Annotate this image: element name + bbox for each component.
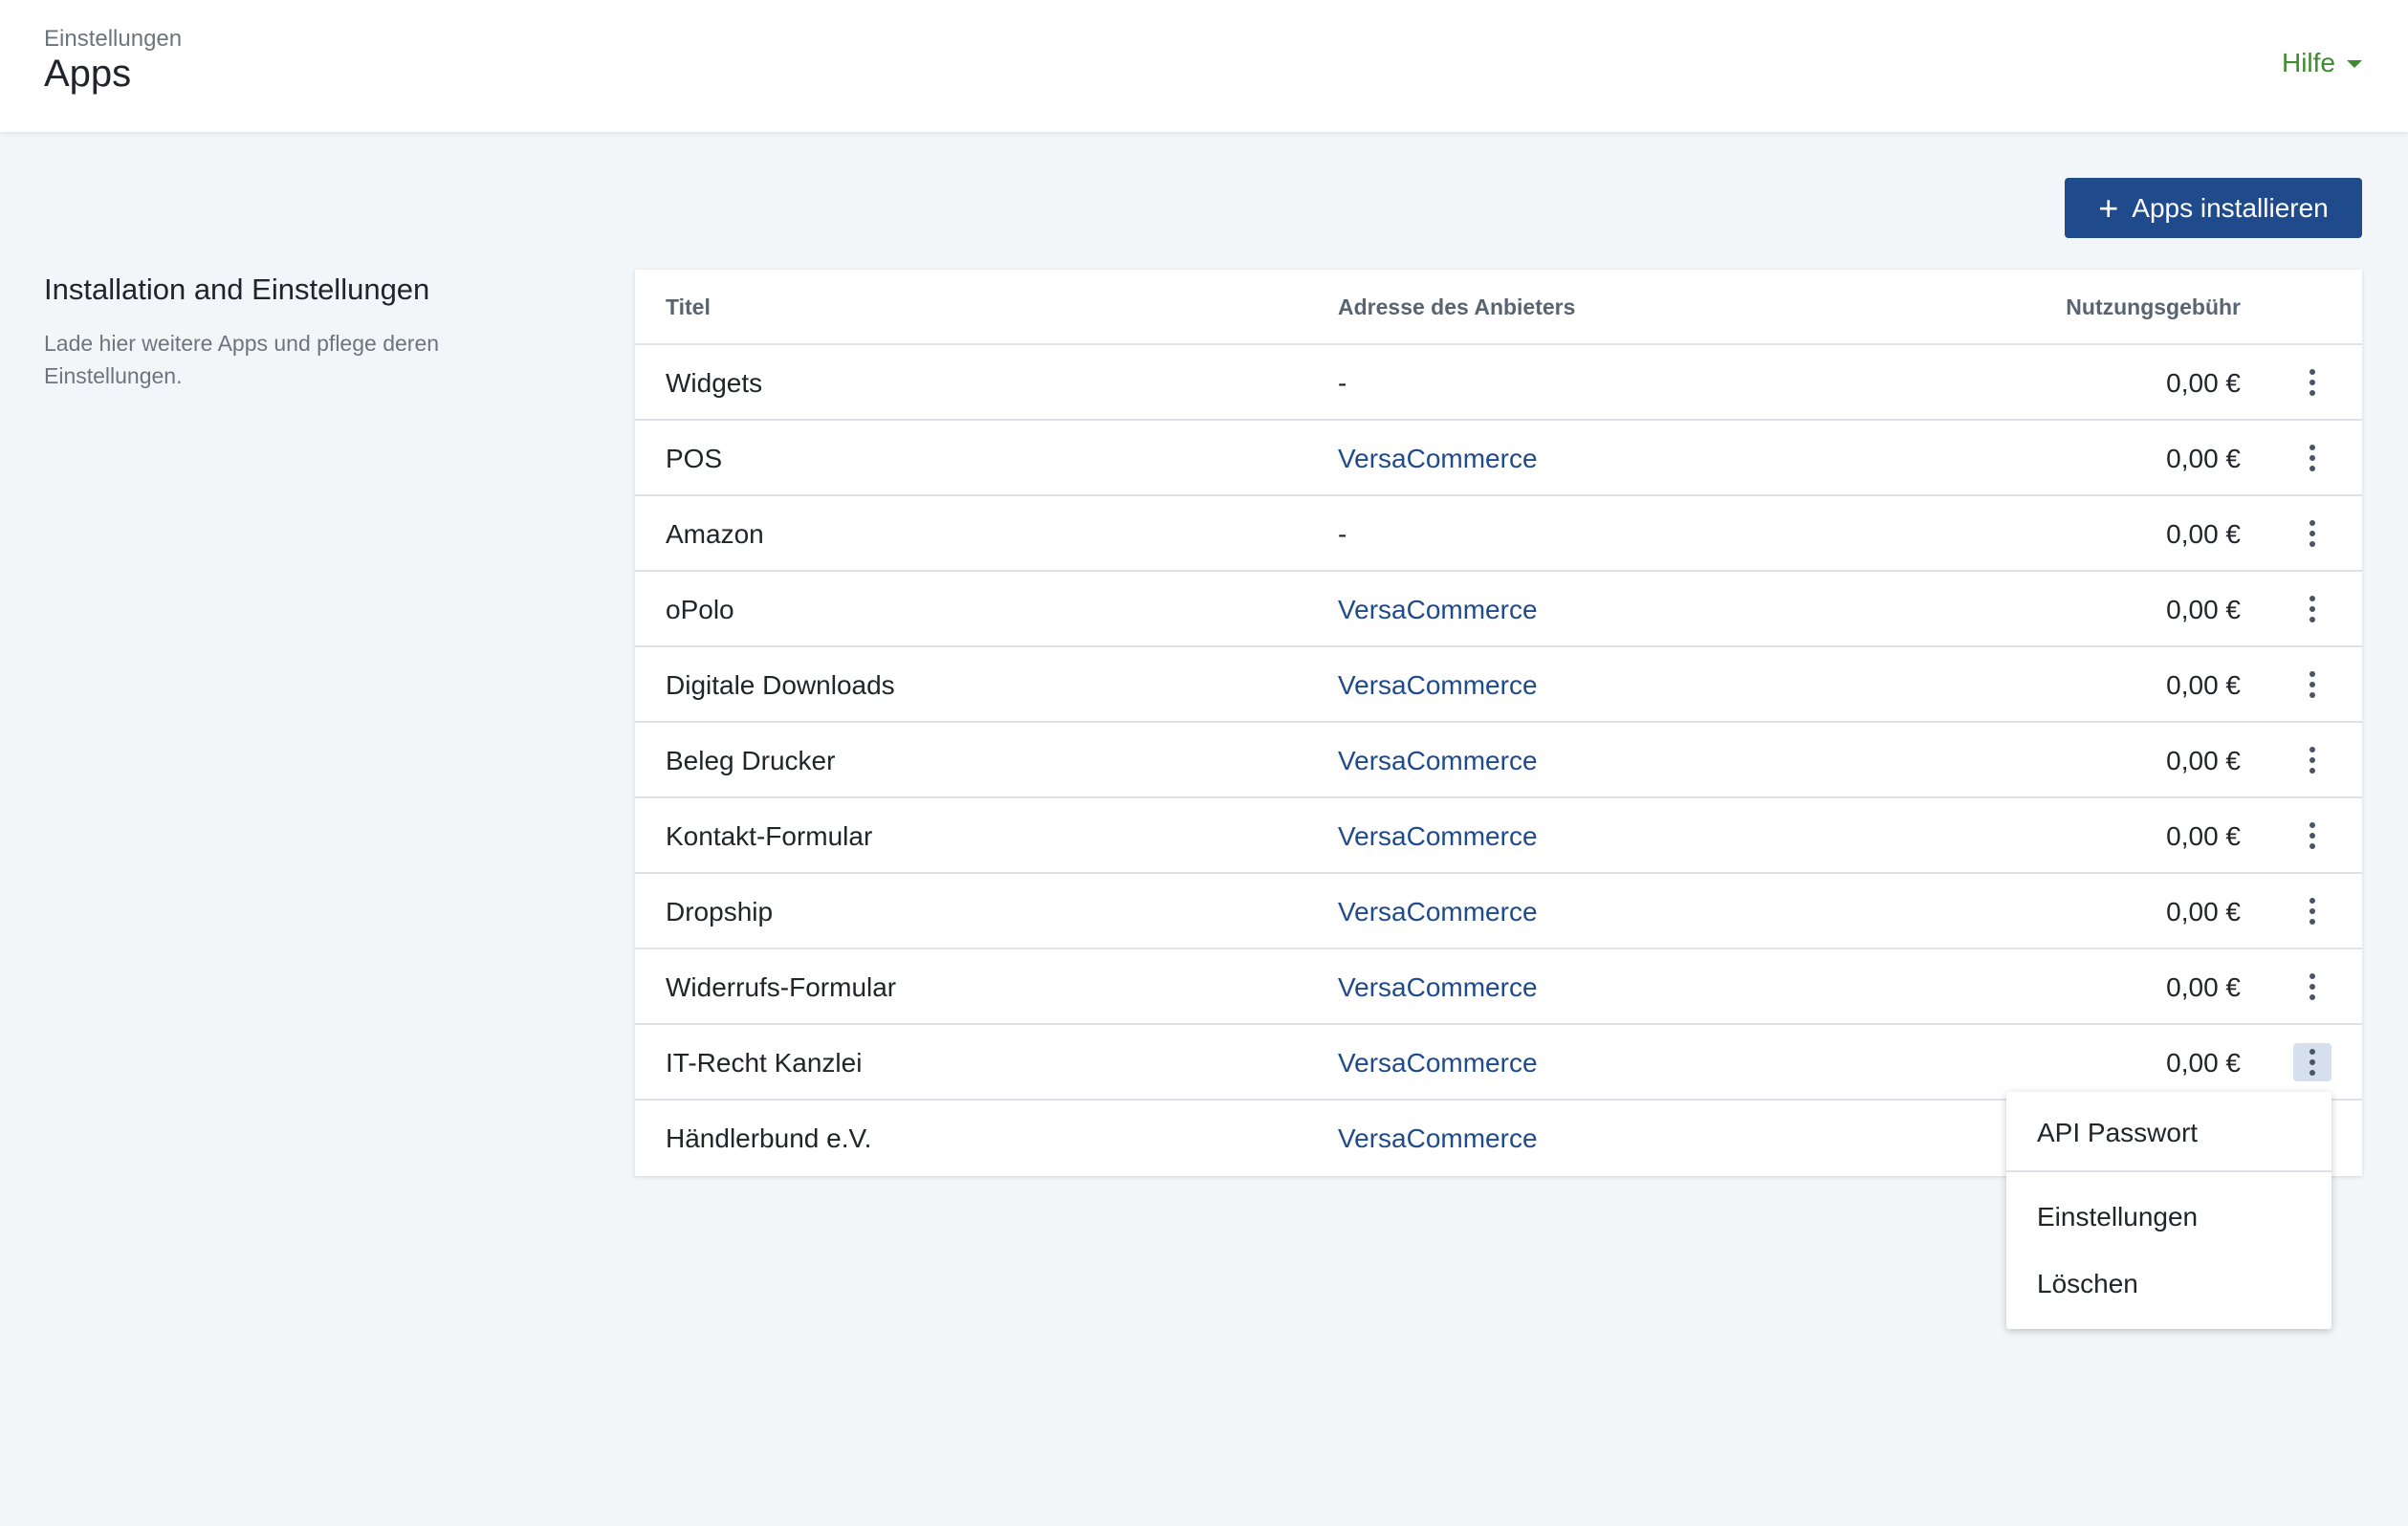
column-header-title: Titel [666,294,711,319]
more-options-icon[interactable] [2293,741,2331,779]
help-dropdown[interactable]: Hilfe [2282,48,2362,78]
caret-down-icon [2347,60,2362,68]
table-row: Digitale Downloads VersaCommerce 0,00 € [635,647,2362,723]
provider-text: - [1338,519,1347,549]
usage-fee: 0,00 € [2166,444,2241,473]
app-title: Amazon [666,519,764,549]
page-title: Apps [44,53,132,95]
provider-link[interactable]: VersaCommerce [1338,897,1538,927]
provider-link[interactable]: VersaCommerce [1338,444,1538,474]
usage-fee: 0,00 € [2166,519,2241,549]
provider-link[interactable]: VersaCommerce [1338,1048,1538,1079]
menu-divider [2006,1170,2331,1172]
usage-fee: 0,00 € [2166,1048,2241,1078]
table-row: POS VersaCommerce 0,00 € [635,421,2362,496]
app-title: Digitale Downloads [666,670,895,700]
app-title: Dropship [666,897,774,926]
provider-link[interactable]: VersaCommerce [1338,1123,1538,1154]
menu-item-delete[interactable]: Löschen [2006,1251,2331,1318]
table-row: IT-Recht Kanzlei VersaCommerce 0,00 € [635,1025,2362,1101]
app-title: Widgets [666,368,763,398]
table-row: Widgets - 0,00 € [635,345,2362,421]
table-header: Titel Adresse des Anbieters Nutzungsgebü… [635,270,2362,345]
more-options-icon[interactable] [2293,817,2331,855]
column-header-provider: Adresse des Anbieters [1338,294,1576,319]
table-body: Widgets -0,00 € POS VersaCommerce 0,00 € Amaz… [635,345,2362,1176]
more-options-icon[interactable] [2293,514,2331,553]
apps-table: Titel Adresse des Anbieters Nutzungsgebü… [635,270,2362,1176]
more-options-icon[interactable] [2293,968,2331,1006]
usage-fee: 0,00 € [2166,746,2241,775]
more-options-icon[interactable] [2293,892,2331,930]
more-options-icon[interactable] [2293,665,2331,704]
app-title: IT-Recht Kanzlei [666,1048,863,1078]
menu-item-api-password[interactable]: API Passwort [2006,1100,2331,1166]
more-options-icon[interactable] [2293,590,2331,628]
table-row: Kontakt-Formular VersaCommerce 0,00 € [635,798,2362,874]
provider-text: - [1338,368,1347,398]
app-title: Händlerbund e.V. [666,1123,872,1153]
usage-fee: 0,00 € [2166,670,2241,700]
usage-fee: 0,00 € [2166,821,2241,851]
more-options-icon[interactable] [2293,439,2331,477]
table-row: Widerrufs-Formular VersaCommerce 0,00 € [635,949,2362,1025]
table-row: Amazon - 0,00 € [635,496,2362,572]
provider-link[interactable]: VersaCommerce [1338,821,1538,852]
usage-fee: 0,00 € [2166,897,2241,926]
help-label: Hilfe [2281,48,2335,77]
row-context-menu: API Passwort Einstellungen Löschen [2006,1092,2331,1329]
top-bar: Einstellungen Apps Hilfe [0,0,2408,132]
app-title: POS [666,444,723,473]
usage-fee: 0,00 € [2166,368,2241,398]
provider-link[interactable]: VersaCommerce [1338,972,1538,1003]
more-options-icon[interactable] [2293,1043,2331,1081]
usage-fee: 0,00 € [2166,595,2241,624]
app-title: Beleg Drucker [666,746,836,775]
install-apps-button[interactable]: + Apps installieren [2065,178,2362,238]
provider-link[interactable]: VersaCommerce [1338,746,1538,776]
app-title: oPolo [666,595,734,624]
section-description: Lade hier weitere Apps und pflege deren … [44,331,440,388]
install-apps-label: Apps installieren [2132,192,2329,223]
provider-link[interactable]: VersaCommerce [1338,595,1538,625]
provider-link[interactable]: VersaCommerce [1338,670,1538,701]
plus-icon: + [2098,187,2119,228]
usage-fee: 0,00 € [2166,972,2241,1002]
app-title: Widerrufs-Formular [666,972,897,1002]
app-title: Kontakt-Formular [666,821,873,851]
more-options-icon[interactable] [2293,363,2331,402]
column-header-fee: Nutzungsgebühr [2066,294,2241,319]
table-row: Dropship VersaCommerce 0,00 € [635,874,2362,949]
table-row: oPolo VersaCommerce 0,00 € [635,572,2362,647]
table-row: Beleg Drucker VersaCommerce 0,00 € [635,723,2362,798]
menu-item-settings[interactable]: Einstellungen [2006,1184,2331,1251]
breadcrumb[interactable]: Einstellungen [44,26,182,53]
section-title: Installation and Einstellungen [44,272,430,306]
